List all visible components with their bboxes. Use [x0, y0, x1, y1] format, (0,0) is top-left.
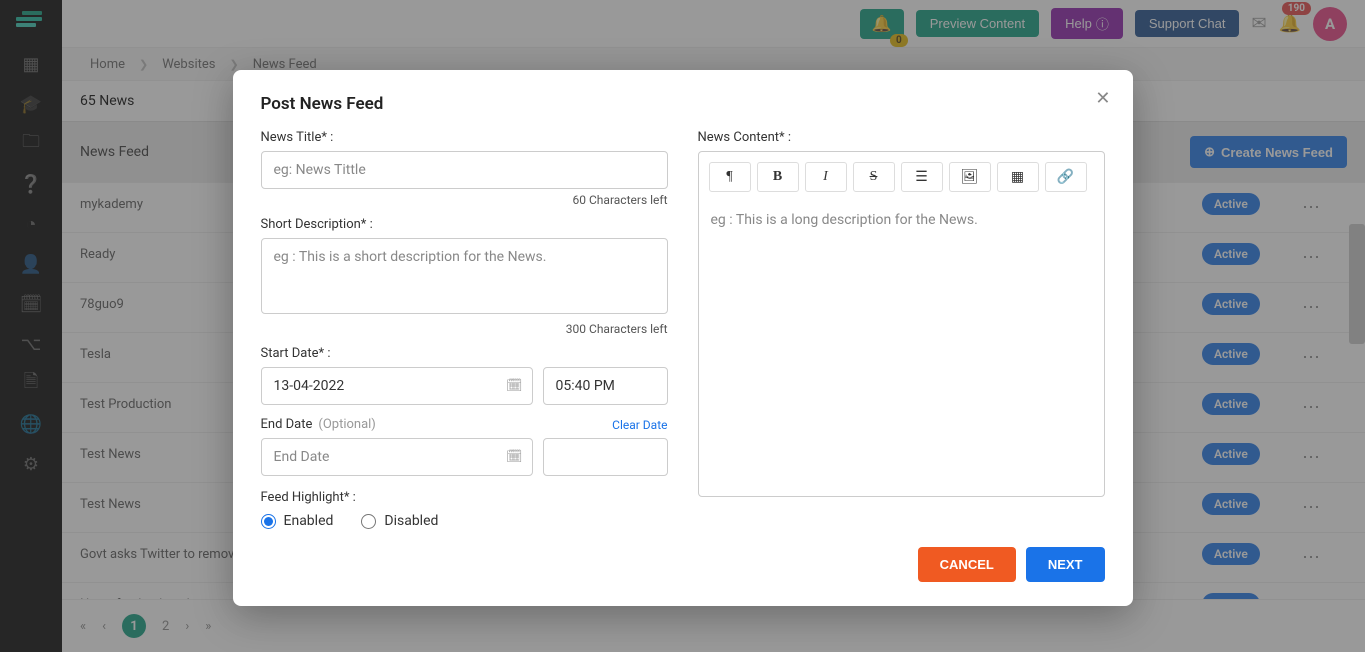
next-button[interactable]: NEXT: [1026, 547, 1105, 582]
short-desc-hint: 300 Characters left: [261, 322, 668, 336]
close-icon[interactable]: ✕: [1095, 88, 1110, 109]
calendar-icon[interactable]: 🗓: [506, 379, 523, 394]
editor-content-area[interactable]: eg : This is a long description for the …: [699, 202, 1104, 496]
clear-date-link[interactable]: Clear Date: [612, 418, 667, 432]
italic-icon[interactable]: I: [805, 162, 847, 192]
rich-text-editor: ¶ B I S ☰ 🖼 ▦ 🔗 eg : This is a long desc…: [698, 151, 1105, 497]
strike-icon[interactable]: S: [853, 162, 895, 192]
end-time-input[interactable]: [543, 438, 668, 476]
post-news-modal: ✕ Post News Feed News Title* : 60 Charac…: [233, 70, 1133, 606]
short-desc-label: Short Description* :: [261, 217, 668, 232]
radio-enabled[interactable]: Enabled: [261, 513, 334, 529]
end-date-optional: (Optional): [318, 417, 375, 432]
editor-toolbar: ¶ B I S ☰ 🖼 ▦ 🔗: [699, 152, 1104, 202]
end-date-label: End Date: [261, 417, 313, 432]
image-icon[interactable]: 🖼: [949, 162, 991, 192]
short-desc-input[interactable]: [261, 238, 668, 314]
calendar-icon[interactable]: 🗓: [506, 450, 523, 465]
modal-title: Post News Feed: [261, 94, 1105, 114]
start-time-input[interactable]: [543, 367, 668, 405]
start-date-label: Start Date* :: [261, 346, 668, 361]
modal-overlay: ✕ Post News Feed News Title* : 60 Charac…: [0, 0, 1365, 652]
cancel-button[interactable]: CANCEL: [918, 547, 1016, 582]
modal-right-col: News Content* : ¶ B I S ☰ 🖼 ▦ 🔗 eg : Thi…: [698, 130, 1105, 529]
bold-icon[interactable]: B: [757, 162, 799, 192]
paragraph-icon[interactable]: ¶: [709, 162, 751, 192]
link-icon[interactable]: 🔗: [1045, 162, 1087, 192]
table-icon[interactable]: ▦: [997, 162, 1039, 192]
end-date-input[interactable]: [261, 438, 533, 476]
modal-left-col: News Title* : 60 Characters left Short D…: [261, 130, 668, 529]
list-icon[interactable]: ☰: [901, 162, 943, 192]
news-content-label: News Content* :: [698, 130, 1105, 145]
news-title-label: News Title* :: [261, 130, 668, 145]
start-date-input[interactable]: [261, 367, 533, 405]
news-title-input[interactable]: [261, 151, 668, 189]
news-title-hint: 60 Characters left: [261, 193, 668, 207]
feed-highlight-label: Feed Highlight* :: [261, 490, 668, 505]
radio-disabled[interactable]: Disabled: [361, 513, 438, 529]
